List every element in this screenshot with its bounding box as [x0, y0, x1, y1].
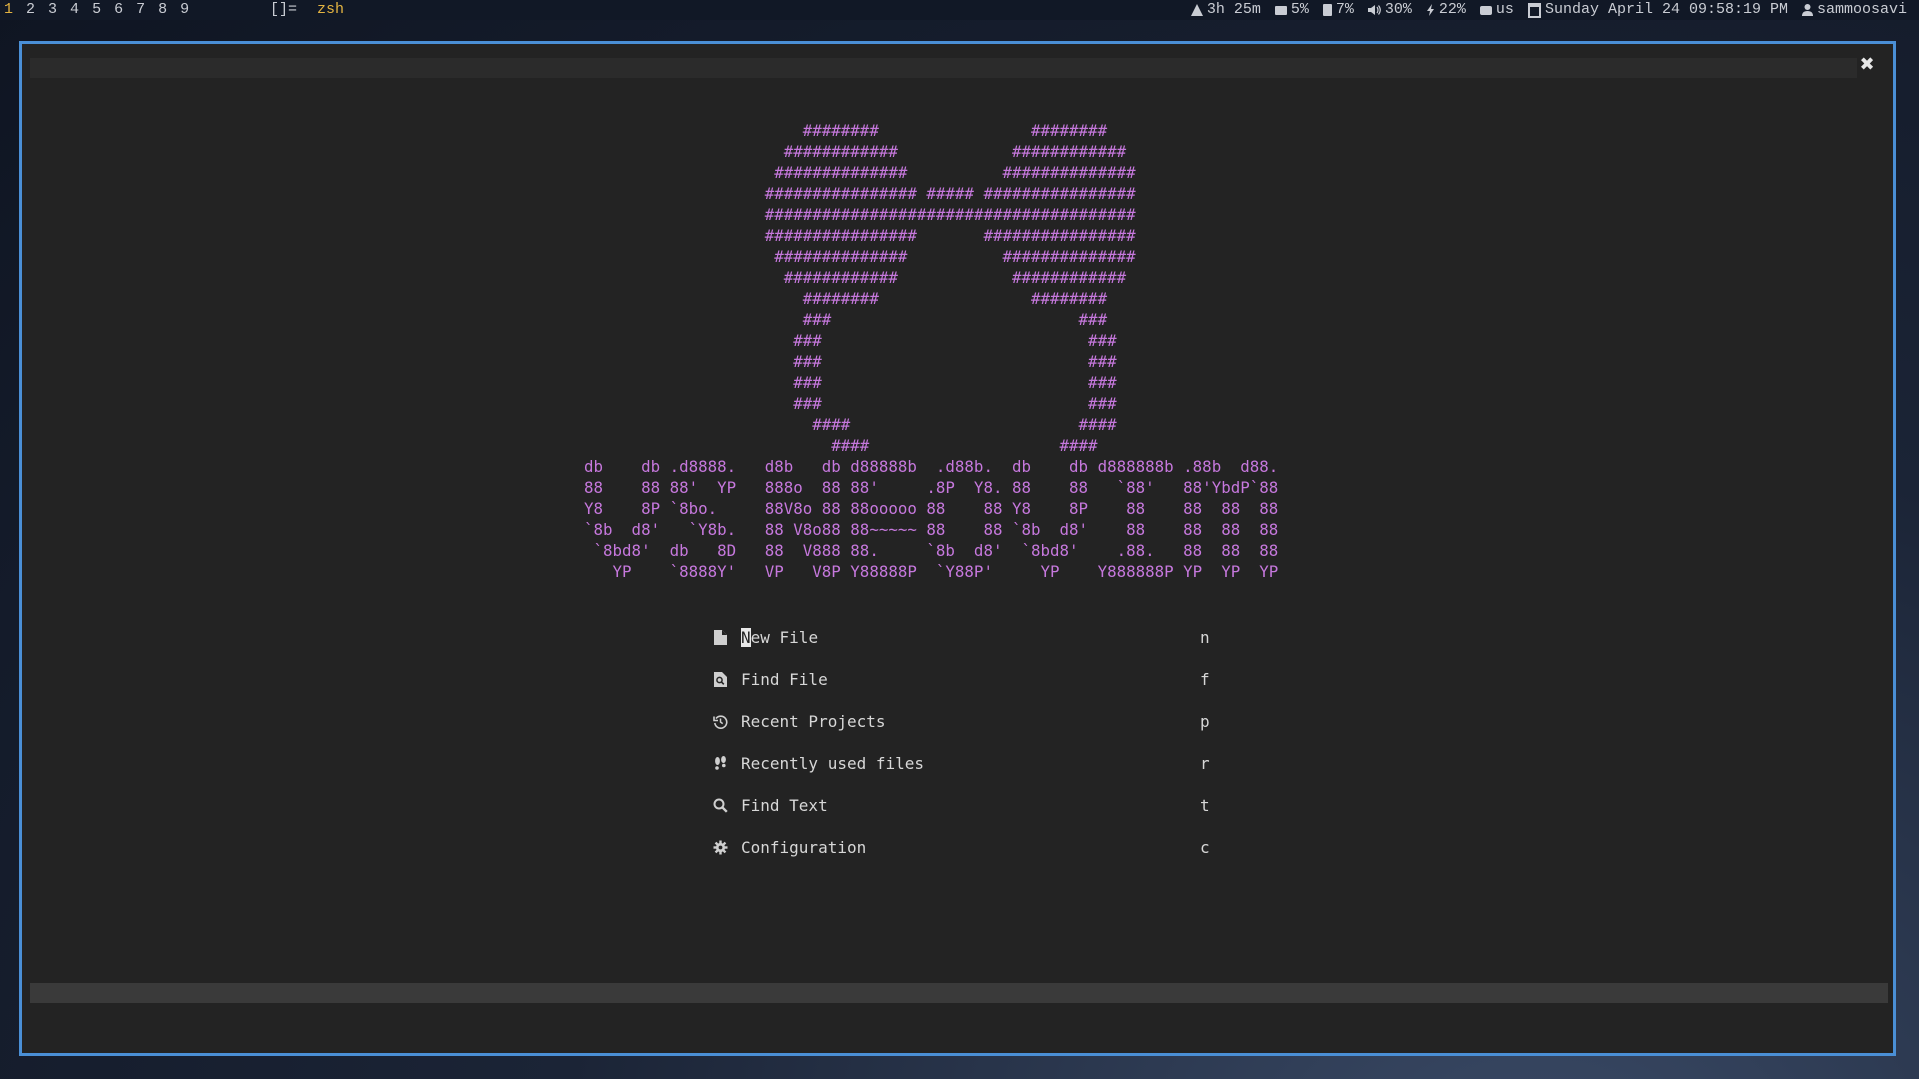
clock-widget: Sunday April 24 09:58:19 PM	[1527, 0, 1788, 20]
mode-line	[30, 983, 1888, 1003]
ram-widget: 5%	[1274, 0, 1309, 20]
datetime: Sunday April 24 09:58:19 PM	[1544, 1, 1788, 18]
menu-item-recent-files[interactable]: Recently used files r	[707, 743, 1247, 785]
disk-widget: 7%	[1322, 0, 1354, 20]
menu-item-new-file[interactable]: New File n	[707, 617, 1247, 659]
calendar-icon	[1527, 2, 1541, 18]
volume-value: 30%	[1384, 1, 1412, 18]
username: sammoosavi	[1816, 1, 1907, 18]
menu-shortcut: r	[1200, 754, 1210, 773]
disk-icon	[1322, 4, 1332, 16]
volume-icon	[1367, 5, 1381, 15]
file-icon	[711, 617, 729, 659]
uptime-value: 3h 25m	[1206, 1, 1261, 18]
ram-icon	[1274, 5, 1287, 15]
workspace-tag-3[interactable]: 3	[41, 0, 63, 20]
menu-item-find-file[interactable]: Find File f	[707, 659, 1247, 701]
keyboard-widget[interactable]: us	[1479, 0, 1514, 20]
menu-item-find-text[interactable]: Find Text t	[707, 785, 1247, 827]
keyboard-icon	[1479, 5, 1492, 15]
menu-label: Find Text	[741, 796, 828, 815]
workspace-tag-2[interactable]: 2	[19, 0, 41, 20]
workspace-tags: 1 2 3 4 5 6 7 8 9	[0, 0, 195, 20]
menu-label: Recent Projects	[741, 712, 886, 731]
footprints-icon	[711, 743, 729, 785]
disk-value: 7%	[1335, 1, 1354, 18]
battery-bolt-icon	[1426, 4, 1434, 16]
uptime-widget: 3h 25m	[1190, 0, 1261, 20]
workspace-tag-1[interactable]: 1	[0, 0, 19, 20]
find-file-icon	[711, 659, 729, 701]
menu-label: Recently used files	[741, 754, 925, 773]
system-status: 3h 25m 5% 7% 30% 22% us Sunday April 24 …	[1190, 0, 1907, 20]
volume-widget[interactable]: 30%	[1367, 0, 1412, 20]
close-icon[interactable]: ✖	[1857, 55, 1877, 75]
user-widget: sammoosavi	[1801, 0, 1907, 20]
emacs-window: ✖ ######## ######## ############ #######…	[19, 41, 1896, 1056]
workspace-tag-4[interactable]: 4	[63, 0, 85, 20]
layout-indicator[interactable]: []=	[270, 0, 297, 20]
menu-shortcut: f	[1200, 670, 1210, 689]
menu-item-configuration[interactable]: Configuration c	[707, 827, 1247, 869]
menu-shortcut: c	[1200, 838, 1210, 857]
text-cursor: N	[741, 628, 751, 647]
tab-line	[30, 58, 1857, 78]
workspace-tag-7[interactable]: 7	[129, 0, 151, 20]
window-title: zsh	[317, 1, 345, 18]
battery-value: 22%	[1438, 1, 1466, 18]
menu-shortcut: p	[1200, 712, 1210, 731]
user-icon	[1801, 4, 1813, 16]
menu-item-recent-projects[interactable]: Recent Projects p	[707, 701, 1247, 743]
dashboard-menu: New File n Find File f Recent Projects p…	[707, 617, 1247, 869]
uptime-icon	[1190, 4, 1203, 16]
menu-shortcut: n	[1200, 628, 1210, 647]
workspace-tag-5[interactable]: 5	[85, 0, 107, 20]
menu-label: Configuration	[741, 838, 867, 857]
search-icon	[711, 785, 729, 827]
battery-widget: 22%	[1426, 0, 1466, 20]
workspace-tag-6[interactable]: 6	[107, 0, 129, 20]
keyboard-layout: us	[1495, 1, 1514, 18]
menu-label: New File	[741, 628, 819, 647]
ascii-banner: ######## ######## ############ #########…	[584, 121, 1279, 581]
workspace-tag-8[interactable]: 8	[151, 0, 173, 20]
menu-label: Find File	[741, 670, 828, 689]
workspace-tag-9[interactable]: 9	[173, 0, 195, 20]
gear-icon	[711, 827, 729, 869]
history-icon	[711, 701, 729, 743]
ram-value: 5%	[1290, 1, 1309, 18]
menu-shortcut: t	[1200, 796, 1210, 815]
minibuffer[interactable]	[30, 1006, 1888, 1046]
status-bar: 1 2 3 4 5 6 7 8 9 []= zsh 3h 25m 5% 7% 3…	[0, 0, 1919, 20]
